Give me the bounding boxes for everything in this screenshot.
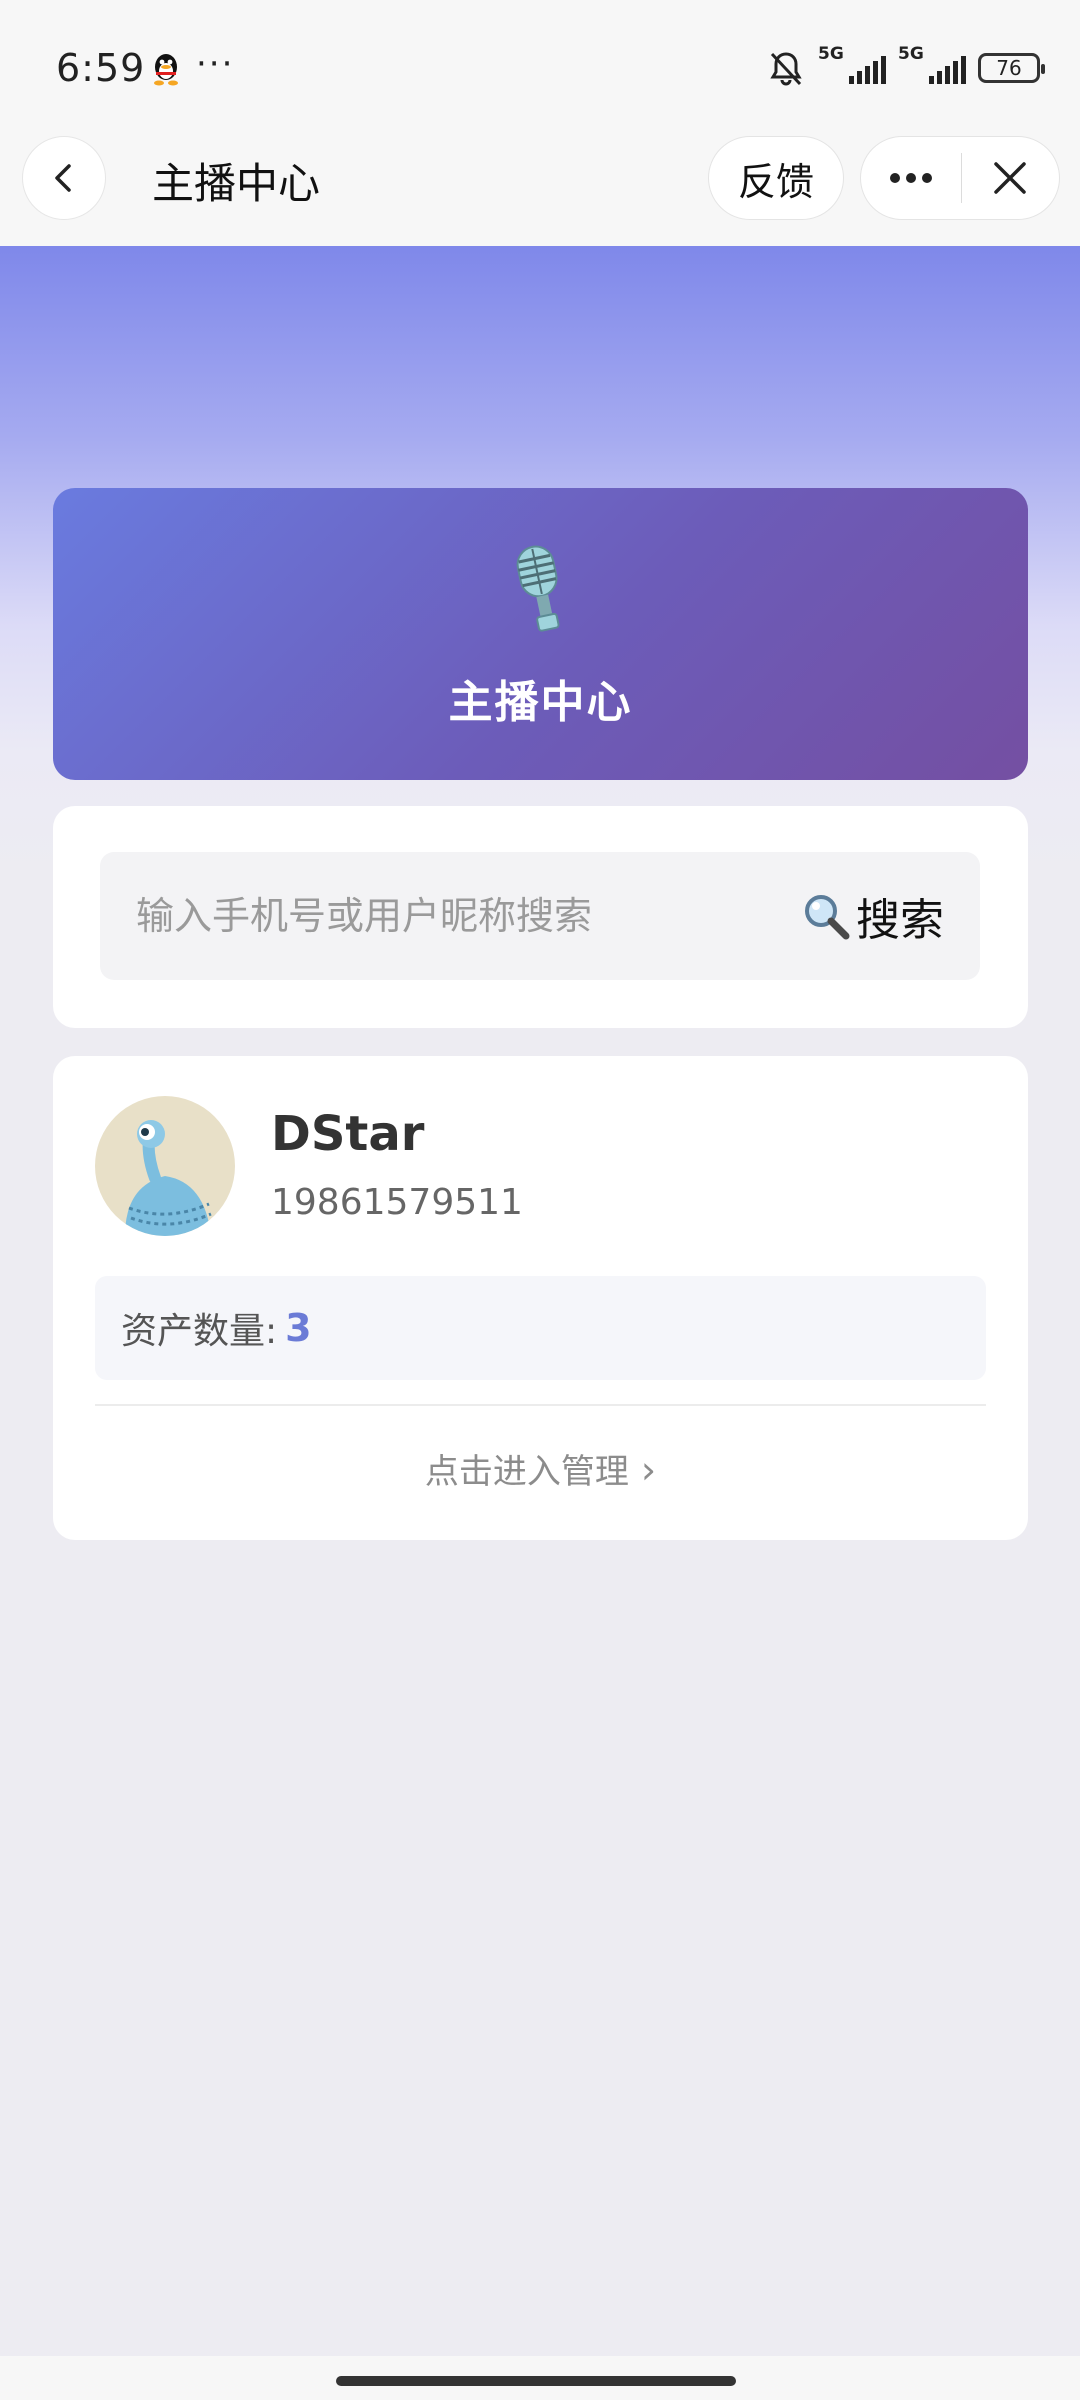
manage-link[interactable]: 点击进入管理 › — [53, 1444, 1028, 1493]
signal-2-icon: 5G — [898, 44, 966, 84]
more-dots-icon: ··· — [196, 44, 235, 84]
asset-count: 3 — [285, 1306, 312, 1350]
microphone-icon — [516, 545, 560, 632]
hero-title: 主播中心 — [448, 677, 633, 728]
qq-penguin-icon — [154, 54, 178, 86]
signal-1-icon: 5G — [818, 44, 886, 84]
chevron-left-icon — [55, 164, 71, 192]
hero-banner: 主播中心 — [53, 488, 1028, 780]
user-phone: 19861579511 — [271, 1182, 523, 1223]
search-card: 搜索 — [53, 806, 1028, 1028]
avatar-image — [95, 1096, 235, 1236]
magnifier-icon — [805, 895, 850, 940]
user-name: DStar — [271, 1106, 425, 1162]
close-icon — [994, 162, 1026, 194]
search-button-label: 搜索 — [856, 895, 944, 946]
status-indicators: 5G 5G 76 — [766, 44, 1045, 90]
gesture-bar — [0, 2356, 1080, 2400]
card-divider — [95, 1404, 986, 1406]
miniapp-capsule — [860, 136, 1060, 220]
search-input[interactable] — [136, 886, 756, 946]
close-button[interactable] — [962, 136, 1060, 220]
home-indicator[interactable] — [336, 2376, 736, 2386]
more-dots-icon — [889, 173, 932, 183]
status-time: 6:59 — [56, 46, 146, 90]
bell-muted-icon — [770, 52, 802, 86]
page-title: 主播中心 — [152, 159, 321, 208]
status-bar: 6:59 ··· 5G 5G 76 — [0, 0, 1080, 136]
battery-indicator: 76 — [978, 53, 1045, 83]
avatar — [95, 1096, 235, 1236]
more-button[interactable] — [861, 136, 961, 220]
back-button[interactable] — [22, 136, 106, 220]
search-button[interactable]: 搜索 — [800, 886, 944, 946]
asset-summary: 资产数量: 3 — [95, 1276, 986, 1380]
user-card[interactable]: DStar 19861579511 资产数量: 3 点击进入管理 › — [53, 1056, 1028, 1540]
asset-label: 资产数量: — [121, 1311, 278, 1352]
manage-link-label: 点击进入管理 — [424, 1452, 629, 1492]
nav-bar: 主播中心 反馈 — [0, 136, 1080, 246]
chevron-right-icon: › — [640, 1448, 657, 1492]
main-content: 主播中心 搜索 — [0, 246, 1080, 2356]
feedback-button[interactable]: 反馈 — [708, 136, 844, 220]
search-box: 搜索 — [100, 852, 980, 980]
